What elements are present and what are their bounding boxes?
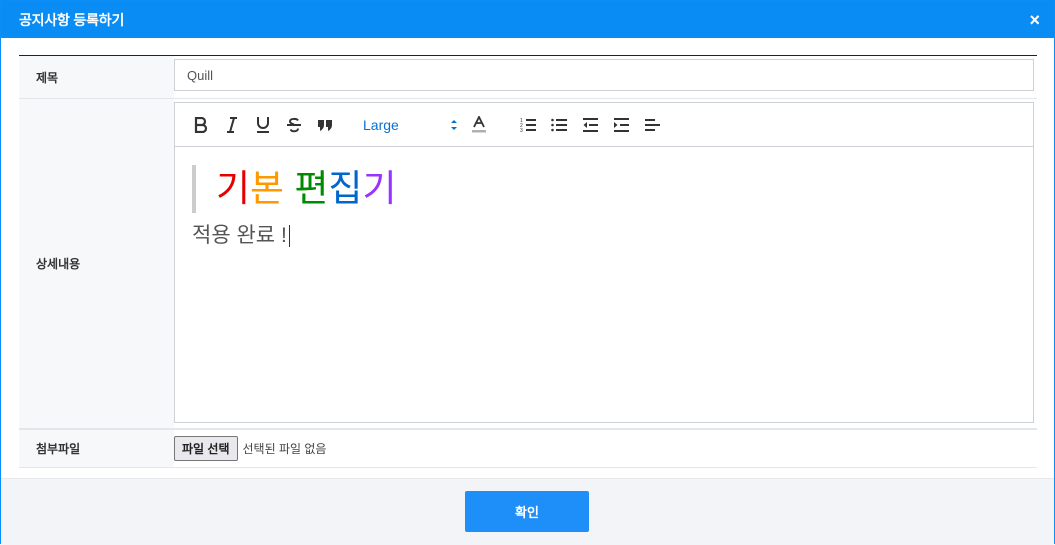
paragraph: 적용 완료 ! <box>192 219 1016 249</box>
title-value-cell <box>174 56 1037 98</box>
title-input[interactable] <box>174 59 1034 91</box>
svg-text:3: 3 <box>520 128 523 133</box>
attachment-row: 첨부파일 파일 선택 선택된 파일 없음 <box>19 429 1037 468</box>
title-label: 제목 <box>19 56 174 98</box>
attachment-label: 첨부파일 <box>19 430 174 467</box>
quote-char: 집 <box>328 168 363 209</box>
attachment-value-cell: 파일 선택 선택된 파일 없음 <box>174 430 1037 467</box>
file-status: 선택된 파일 없음 <box>242 442 327 456</box>
modal-title: 공지사항 등록하기 <box>19 11 125 28</box>
font-size-select[interactable]: Large <box>363 117 458 133</box>
outdent-icon[interactable] <box>579 114 601 136</box>
quote-char: 본 <box>250 168 285 209</box>
italic-icon[interactable] <box>221 114 243 136</box>
indent-icon[interactable] <box>610 114 632 136</box>
notice-form: 제목 상세내용 <box>19 55 1037 468</box>
bold-icon[interactable] <box>190 114 212 136</box>
quote-char: 기 <box>362 168 397 209</box>
rich-text-editor: Large 123 기본 편집기 적용 완료 ! <box>174 102 1034 423</box>
editor-toolbar: Large 123 <box>175 103 1033 147</box>
ordered-list-icon[interactable]: 123 <box>517 114 539 136</box>
text-caret <box>288 225 290 248</box>
confirm-button[interactable]: 확인 <box>465 491 589 532</box>
editor-content[interactable]: 기본 편집기 적용 완료 ! <box>175 147 1033 267</box>
blockquote: 기본 편집기 <box>192 165 1016 213</box>
close-button[interactable]: × <box>1029 11 1040 29</box>
content-value-cell: Large 123 기본 편집기 적용 완료 ! <box>174 99 1037 428</box>
underline-icon[interactable] <box>252 114 274 136</box>
font-color-icon[interactable] <box>468 114 490 136</box>
bullet-list-icon[interactable] <box>548 114 570 136</box>
blockquote-icon[interactable] <box>314 114 336 136</box>
align-icon[interactable] <box>641 114 663 136</box>
strike-icon[interactable] <box>283 114 305 136</box>
paragraph-text: 적용 완료 ! <box>192 224 287 247</box>
content-row: 상세내용 Large 1 2 3 기본 편집기 적용 완료 ! <box>19 99 1037 429</box>
content-label: 상세내용 <box>19 99 174 428</box>
quote-char: 기 <box>216 168 251 209</box>
font-size-value: Large <box>363 116 399 133</box>
quote-char <box>284 168 294 209</box>
notice-modal: 공지사항 등록하기 × 제목 상세내용 <box>0 0 1055 545</box>
modal-header: 공지사항 등록하기 × <box>1 1 1054 38</box>
quote-char: 편 <box>294 168 329 209</box>
choose-file-button[interactable]: 파일 선택 <box>174 436 238 461</box>
title-row: 제목 <box>19 56 1037 99</box>
modal-footer: 확인 <box>1 478 1054 545</box>
select-arrows-icon <box>451 119 457 130</box>
